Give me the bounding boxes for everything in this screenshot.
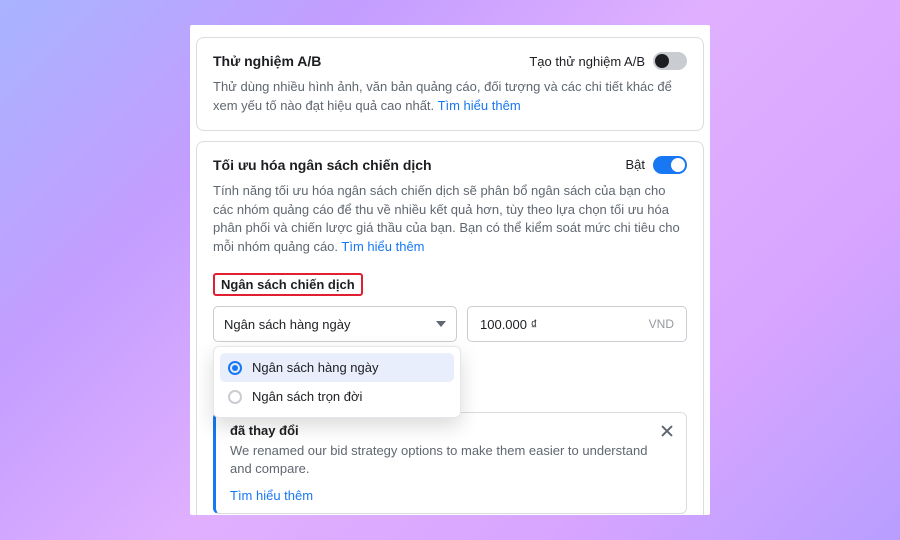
budget-toggle[interactable]: Bật — [625, 156, 687, 174]
budget-optimization-card: Tối ưu hóa ngân sách chiến dịch Bật Tính… — [196, 141, 704, 515]
budget-amount-value: 100.000 ₫ — [480, 317, 537, 332]
ab-test-title: Thử nghiệm A/B — [213, 53, 321, 69]
toggle-switch-icon — [653, 156, 687, 174]
settings-panel: Thử nghiệm A/B Tạo thử nghiệm A/B Thử dù… — [190, 25, 710, 515]
campaign-budget-label: Ngân sách chiến dịch — [213, 273, 363, 296]
ab-test-description: Thử dùng nhiều hình ảnh, văn bản quảng c… — [213, 78, 687, 116]
bid-strategy-notice: đã thay đổi We renamed our bid strategy … — [213, 412, 687, 514]
close-icon[interactable] — [658, 423, 676, 441]
ab-test-toggle-label: Tạo thử nghiệm A/B — [529, 54, 645, 69]
budget-type-value: Ngân sách hàng ngày — [224, 317, 350, 332]
option-lifetime-budget[interactable]: Ngân sách trọn đời — [220, 382, 454, 411]
budget-toggle-label: Bật — [625, 157, 645, 172]
radio-icon — [228, 390, 242, 404]
budget-type-select[interactable]: Ngân sách hàng ngày — [213, 306, 457, 342]
budget-type-dropdown: Ngân sách hàng ngày Ngân sách trọn đời — [213, 346, 461, 418]
budget-description: Tính năng tối ưu hóa ngân sách chiến dịc… — [213, 182, 687, 257]
notice-body: We renamed our bid strategy options to m… — [230, 442, 672, 478]
ab-test-learn-more-link[interactable]: Tìm hiểu thêm — [438, 98, 521, 113]
ab-test-toggle[interactable]: Tạo thử nghiệm A/B — [529, 52, 687, 70]
ab-test-card: Thử nghiệm A/B Tạo thử nghiệm A/B Thử dù… — [196, 37, 704, 131]
notice-title: đã thay đổi — [230, 423, 672, 438]
notice-learn-more-link[interactable]: Tìm hiểu thêm — [230, 488, 672, 503]
toggle-switch-icon — [653, 52, 687, 70]
chevron-down-icon — [436, 321, 446, 327]
radio-icon — [228, 361, 242, 375]
budget-learn-more-link[interactable]: Tìm hiểu thêm — [341, 239, 424, 254]
budget-title: Tối ưu hóa ngân sách chiến dịch — [213, 157, 432, 173]
budget-amount-input[interactable]: 100.000 ₫ VND — [467, 306, 687, 342]
option-daily-budget[interactable]: Ngân sách hàng ngày — [220, 353, 454, 382]
currency-label: VND — [649, 317, 674, 331]
